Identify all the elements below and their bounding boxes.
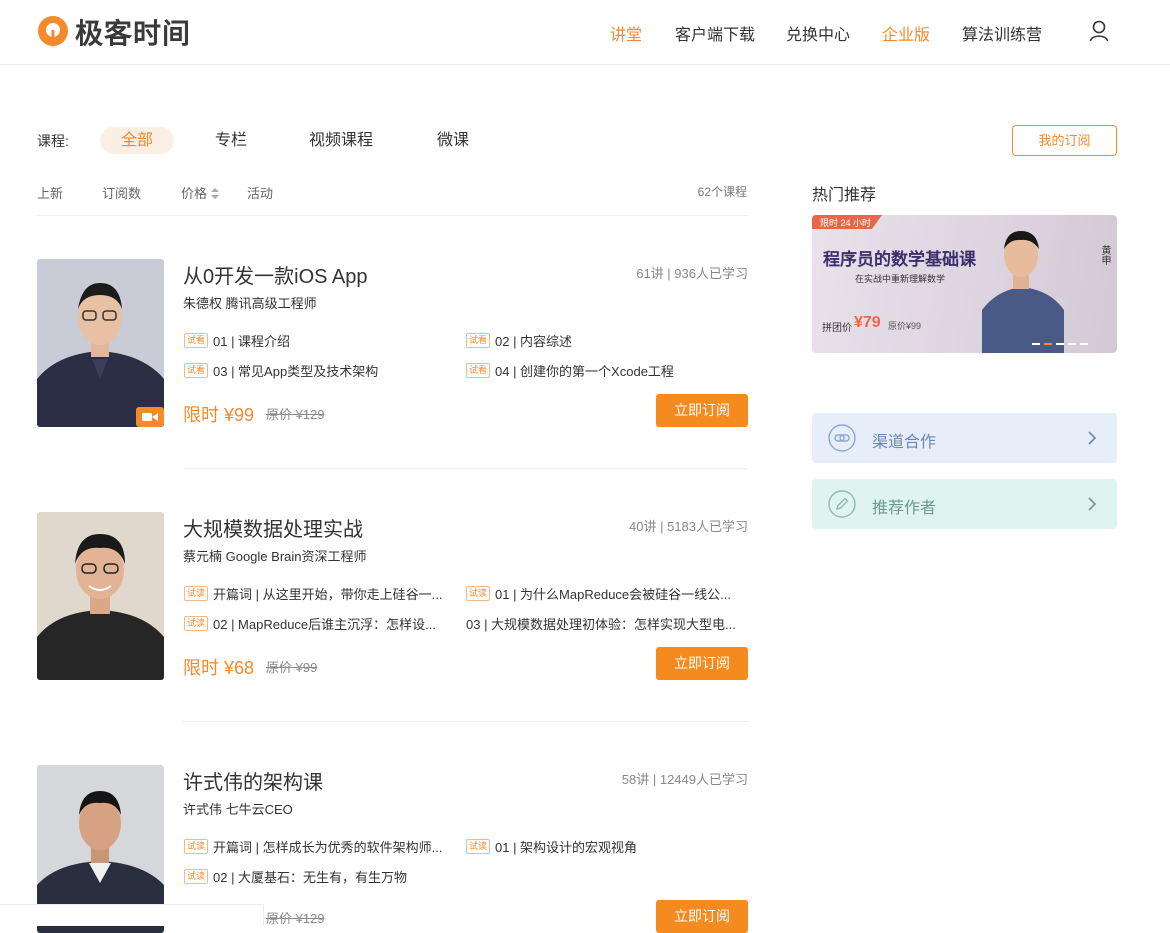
channel-cooperation-label: 渠道合作 <box>872 434 937 451</box>
banner-title: 程序员的数学基础课 <box>823 250 976 269</box>
course-title[interactable]: 从0开发一款iOS App <box>183 260 368 289</box>
lesson-title: 03 | 大规模数据处理初体验：怎样实现大型电... <box>466 617 736 632</box>
lesson-item[interactable]: 试读 开篇词 | 从这里开始，带你走上硅谷一... <box>184 584 454 603</box>
video-badge-icon <box>136 407 164 427</box>
list-divider <box>37 215 748 216</box>
promo-banner[interactable]: 限时 24 小时 程序员的数学基础课 在实战中重新理解数学 黄申 拼团价 ¥79… <box>812 215 1117 353</box>
link-icon <box>828 424 856 452</box>
lesson-item[interactable]: 试读 02 | MapReduce后谁主沉浮：怎样设... <box>184 614 454 633</box>
lesson-title: 01 | 为什么MapReduce会被硅谷一线公... <box>495 587 731 602</box>
nav-enterprise[interactable]: 企业版 <box>882 21 930 45</box>
nav-lecture[interactable]: 讲堂 <box>610 21 642 45</box>
banner-tag: 限时 24 小时 <box>820 218 872 228</box>
trial-badge: 试读 <box>184 616 208 631</box>
pencil-icon <box>828 490 856 518</box>
nav-exchange-center[interactable]: 兑换中心 <box>786 21 850 45</box>
trial-badge: 试看 <box>184 363 208 378</box>
sort-price[interactable]: 价格 <box>181 183 219 202</box>
lesson-title: 开篇词 | 从这里开始，带你走上硅谷一... <box>213 587 443 602</box>
sort-newest[interactable]: 上新 <box>37 183 63 202</box>
course-title[interactable]: 大规模数据处理实战 <box>183 513 363 542</box>
banner-orig-price: 原价¥99 <box>888 321 922 331</box>
trial-badge: 试读 <box>466 839 490 854</box>
sort-activity[interactable]: 活动 <box>247 183 273 202</box>
nav-client-download[interactable]: 客户端下载 <box>675 21 755 45</box>
lesson-title: 04 | 创建你的第一个Xcode工程 <box>495 364 674 379</box>
course-count: 62个课程 <box>697 185 747 199</box>
course-meta: 40讲 | 5183人已学习 <box>629 519 748 534</box>
lesson-title: 02 | 大厦基石：无生有，有生万物 <box>213 870 408 885</box>
chevron-right-icon <box>1088 431 1097 445</box>
course-cover-image[interactable] <box>37 512 164 680</box>
lesson-item[interactable]: 03 | 大规模数据处理初体验：怎样实现大型电... <box>466 614 748 633</box>
tab-micro-course[interactable]: 微课 <box>420 127 486 154</box>
course-divider <box>183 468 748 469</box>
hot-recommend-title: 热门推荐 <box>812 187 877 204</box>
course-original-price: 原价 ¥99 <box>266 660 318 675</box>
lesson-item[interactable]: 试看 04 | 创建你的第一个Xcode工程 <box>466 361 748 380</box>
my-subscription-button[interactable]: 我的订阅 <box>1012 125 1117 156</box>
top-header: 极客时间 讲堂 客户端下载 兑换中心 企业版 算法训练营 <box>0 0 1170 65</box>
sort-arrows-icon <box>210 188 219 199</box>
tab-all[interactable]: 全部 <box>100 127 174 154</box>
tab-column[interactable]: 专栏 <box>196 127 266 154</box>
trial-badge: 试看 <box>466 333 490 348</box>
lesson-item[interactable]: 试看 01 | 课程介绍 <box>184 331 454 350</box>
subscribe-button[interactable]: 立即订阅 <box>656 900 748 933</box>
chevron-right-icon <box>1088 497 1097 511</box>
trial-badge: 试读 <box>466 586 490 601</box>
lesson-item[interactable]: 试读 01 | 架构设计的宏观视角 <box>466 837 748 856</box>
banner-group-label: 拼团价 <box>822 323 852 334</box>
recommend-author-label: 推荐作者 <box>872 500 937 517</box>
course-title[interactable]: 许式伟的架构课 <box>183 766 323 795</box>
bottom-overlay-bar <box>0 904 264 926</box>
banner-subtitle: 在实战中重新理解数学 <box>855 274 946 284</box>
lesson-title: 开篇词 | 怎样成长为优秀的软件架构师... <box>213 840 443 855</box>
course-card[interactable]: 大规模数据处理实战 40讲 | 5183人已学习 蔡元楠 Google Brai… <box>37 512 748 682</box>
logo-text: 极客时间 <box>75 18 192 49</box>
tab-video-course[interactable]: 视频课程 <box>300 127 382 154</box>
course-price: 限时 ¥99 <box>183 405 255 425</box>
course-cover-image[interactable] <box>37 259 164 427</box>
lesson-title: 02 | MapReduce后谁主沉浮：怎样设... <box>213 617 436 632</box>
course-meta: 58讲 | 12449人已学习 <box>621 772 748 787</box>
course-author: 朱德权 腾讯高级工程师 <box>183 296 317 311</box>
trial-badge: 试读 <box>184 586 208 601</box>
banner-group-price: ¥79 <box>854 314 881 331</box>
lesson-title: 02 | 内容综述 <box>495 334 573 349</box>
lesson-item[interactable]: 试读 01 | 为什么MapReduce会被硅谷一线公... <box>466 584 748 603</box>
course-price: 限时 ¥68 <box>183 658 255 678</box>
course-original-price: 原价 ¥129 <box>266 911 325 926</box>
course-author: 许式伟 七牛云CEO <box>183 802 293 817</box>
trial-badge: 试看 <box>184 333 208 348</box>
lesson-item[interactable]: 试看 03 | 常见App类型及技术架构 <box>184 361 454 380</box>
lesson-title: 03 | 常见App类型及技术架构 <box>213 364 379 379</box>
subscribe-button[interactable]: 立即订阅 <box>656 394 748 427</box>
sort-price-label: 价格 <box>181 186 208 201</box>
recommend-author-card[interactable]: 推荐作者 <box>812 479 1117 529</box>
lesson-item[interactable]: 试读 02 | 大厦基石：无生有，有生万物 <box>184 867 454 886</box>
lesson-item[interactable]: 试看 02 | 内容综述 <box>466 331 748 350</box>
nav-algorithm-camp[interactable]: 算法训练营 <box>962 21 1042 45</box>
lesson-item[interactable]: 试读 开篇词 | 怎样成长为优秀的软件架构师... <box>184 837 454 856</box>
course-card[interactable]: 许式伟的架构课 58讲 | 12449人已学习 许式伟 七牛云CEO 试读 开篇词… <box>37 765 748 933</box>
trial-badge: 试读 <box>184 869 208 884</box>
logo[interactable]: 极客时间 <box>37 12 191 52</box>
banner-author-name: 黄申 <box>1099 245 1110 265</box>
user-icon[interactable] <box>1088 20 1110 42</box>
course-meta: 61讲 | 936人已学习 <box>636 266 748 281</box>
course-divider <box>183 721 748 722</box>
channel-cooperation-card[interactable]: 渠道合作 <box>812 413 1117 463</box>
course-filter-label: 课程: <box>37 133 69 149</box>
trial-badge: 试看 <box>466 363 490 378</box>
course-card[interactable]: 从0开发一款iOS App 61讲 | 936人已学习 朱德权 腾讯高级工程师 … <box>37 259 748 429</box>
sort-subscriptions[interactable]: 订阅数 <box>102 183 141 202</box>
logo-icon <box>38 16 68 48</box>
course-author: 蔡元楠 Google Brain资深工程师 <box>183 549 367 564</box>
course-original-price: 原价 ¥129 <box>266 407 325 422</box>
lesson-title: 01 | 课程介绍 <box>213 334 291 349</box>
trial-badge: 试读 <box>184 839 208 854</box>
lesson-title: 01 | 架构设计的宏观视角 <box>495 840 638 855</box>
subscribe-button[interactable]: 立即订阅 <box>656 647 748 680</box>
